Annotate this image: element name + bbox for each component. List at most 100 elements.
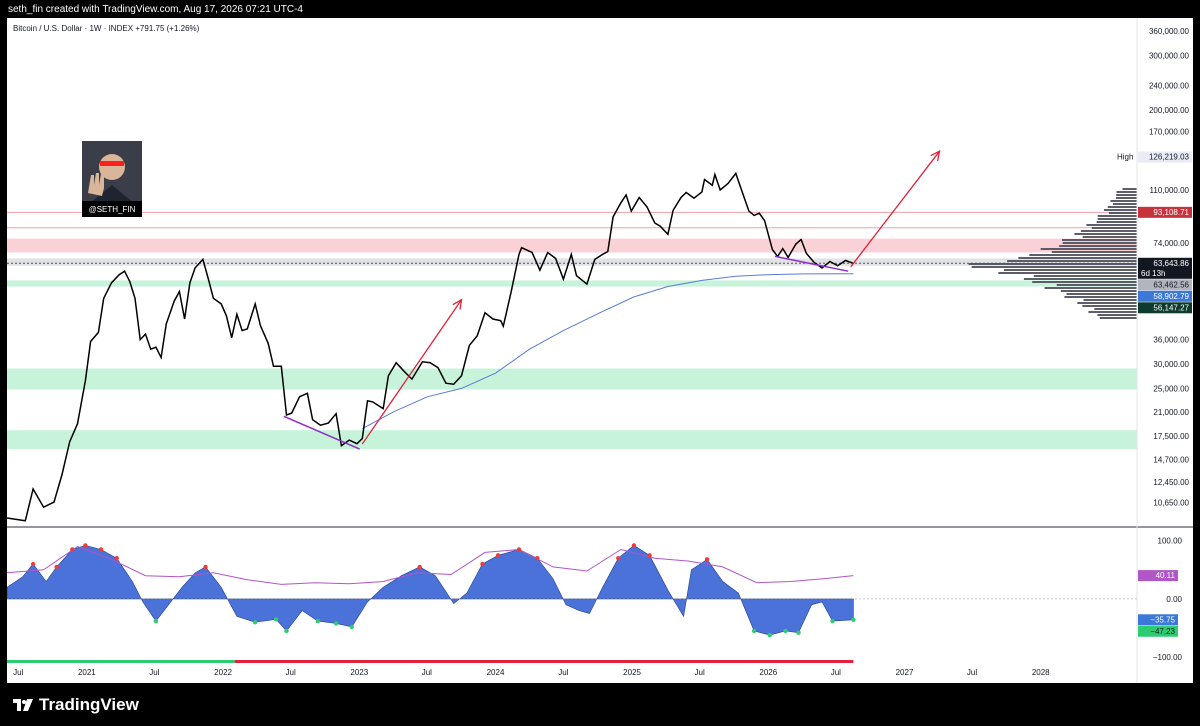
volume-profile-bar [1104,209,1137,211]
oscillator-bottom-marker [851,617,856,622]
arrow-head-0 [452,298,463,310]
arrows-layer [361,149,941,445]
x-tick-label: Jul [286,668,296,677]
volume-profile-bar [1083,299,1137,301]
oscillator-top-marker [495,553,501,558]
zones-layer [7,238,1137,450]
chart-area[interactable]: 360,000.00 300,000.00 240,000.00 200,000.00… [7,18,1193,683]
osc-badge-value-1: −35.75 [1150,615,1175,624]
volume-profile-bar [1099,317,1137,319]
volume-profile-bar [1116,191,1137,193]
volume-profile-bar [1061,239,1137,241]
volume-profile-bar [1018,257,1137,259]
volume-profile-bar [1086,224,1137,226]
zone-support-2 [7,280,1137,287]
volume-profile-bar [1033,275,1137,277]
zone-support-4 [7,430,1137,450]
oscillator-top-marker [516,547,522,552]
volume-profile-bar [1051,251,1137,253]
oscillator-top-marker [647,553,652,558]
osc-tick-label: −100.00 [1153,653,1183,662]
oscillator-bottom-marker [830,618,835,624]
oscillator-bottom-marker [349,624,355,630]
x-tick-label: 2025 [623,668,641,677]
y-tick-label: 170,000.00 [1149,128,1190,137]
y-tick-label: 110,000.00 [1150,186,1190,195]
x-tick-label: Jul [558,668,568,677]
volume-profile-bar [1062,242,1137,244]
price-line [7,171,854,522]
y-tick-label: 17,500.00 [1153,432,1189,441]
osc-badge-value-0: 40.11 [1156,571,1176,580]
avatar-label: @SETH_FIN [89,205,136,214]
volume-profile-bar [1112,203,1137,205]
price-badge-value-0: 93,108.71 [1153,208,1189,217]
x-tick-label: 2022 [214,668,232,677]
y-tick-label: 200,000.00 [1149,106,1190,115]
high-value: 126,219.03 [1149,153,1190,162]
volume-profile-bar [1032,281,1137,283]
price-badge-value-4: 56,147.27 [1153,303,1189,312]
volume-profile-bar [971,266,1137,268]
volume-profile-bar [1060,290,1137,292]
oscillator-top-marker [83,543,88,548]
x-tick-label: 2023 [350,668,368,677]
y-tick-label: 14,700.00 [1153,456,1189,465]
volume-profile-bar [1096,221,1137,223]
oscillator-top-marker [631,543,637,548]
y-tick-label: 10,650.00 [1153,499,1189,508]
footer-bar: TradingView [0,684,1200,726]
volume-profile-bar [1082,236,1137,238]
oscillator-axis: 100.00 0.00 −100.00 40.11 −35.75 −47.23 [1138,537,1183,662]
y-tick-label: 240,000.00 [1149,82,1190,91]
volume-profile-bar [1044,287,1137,289]
last-price-value: 63,643.86 [1153,259,1189,268]
y-tick-label: 300,000.00 [1149,52,1190,61]
osc-badge-value-2: −47.23 [1150,627,1175,636]
state-bar-bear [234,660,854,663]
oscillator-bottom-marker [751,628,757,634]
time-axis: Jul 2021 Jul 2022 Jul 2023 Jul 2024 Jul 2025 Jul 20… [13,668,1050,677]
volume-profile-bar [1088,311,1137,313]
y-tick-label: 74,000.00 [1153,239,1189,248]
x-tick-label: 2027 [896,668,914,677]
avatar-laser-eyes [100,161,124,166]
volume-profile [968,188,1137,319]
x-tick-label: Jul [422,668,432,677]
price-badges: High 126,219.03 93,108.71 63,643.866d 13h 63… [1117,151,1192,314]
x-tick-label: 2024 [487,668,505,677]
y-tick-label: 30,000.00 [1153,360,1189,369]
volume-profile-bar [1082,305,1137,307]
price-badge-value-3: 58,902.79 [1153,292,1189,301]
volume-profile-bar [1064,296,1137,298]
volume-profile-bar [1091,227,1137,229]
volume-profile-bar [1116,194,1137,196]
volume-profile-bar [1116,197,1137,199]
volume-profile-bar [1094,308,1137,310]
volume-profile-bar [1108,212,1137,214]
x-tick-label: 2026 [759,668,777,677]
y-tick-label: 21,000.00 [1153,408,1189,417]
oscillator-bottom-marker [783,628,788,634]
y-tick-label: 360,000.00 [1149,27,1190,36]
x-tick-label: Jul [831,668,841,677]
oscillator-bottom-marker [315,618,321,624]
volume-profile-bar [1074,233,1137,235]
volume-profile-bar [1077,302,1137,304]
tradingview-window: seth_fin created with TradingView.com, A… [0,0,1200,726]
volume-profile-bar [1110,200,1137,202]
oscillator-top-marker [203,564,208,570]
volume-profile-bar [1097,314,1137,316]
price-chart[interactable]: 360,000.00 300,000.00 240,000.00 200,000.00… [7,18,1193,683]
oscillator-bottom-marker [273,617,279,622]
oscillator-top-marker [616,556,621,561]
bar-countdown: 6d 13h [1141,269,1165,278]
volume-profile-bar [998,272,1137,274]
oscillator-top-marker [480,561,485,567]
x-tick-label: Jul [967,668,977,677]
oscillator-top-marker [114,556,119,561]
tradingview-logo[interactable]: TradingView [13,695,139,715]
oscillator-top-marker [70,547,75,552]
moving-average-line [362,273,854,430]
oscillator-top-marker [98,547,104,552]
